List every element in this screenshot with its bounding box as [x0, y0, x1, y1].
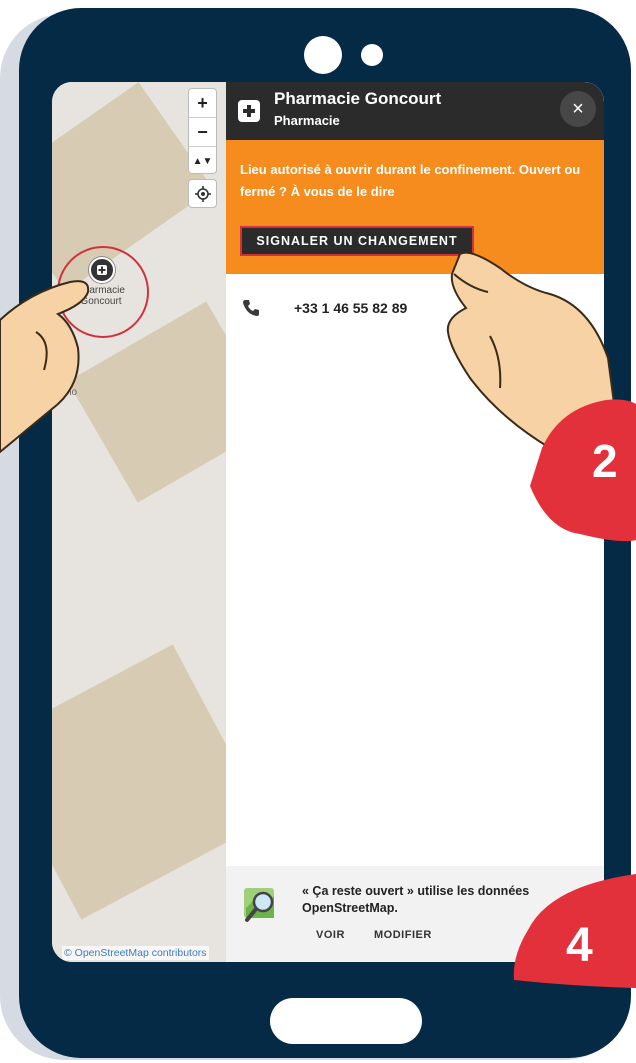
camera-lens — [304, 36, 342, 74]
pharmacy-cross-icon — [97, 265, 107, 275]
close-button[interactable]: × — [560, 91, 596, 127]
map-attribution[interactable]: © OpenStreetMap contributors — [62, 946, 209, 960]
phone-icon — [243, 300, 259, 316]
zoom-control: + − ▲▼ — [188, 88, 217, 174]
step-2-badge: 2 — [592, 435, 618, 487]
locate-icon — [194, 185, 211, 202]
phone-number-link[interactable]: +33 1 46 55 82 89 — [294, 300, 407, 316]
pointing-hand-right — [446, 251, 636, 542]
pointing-hand-left — [0, 280, 90, 454]
map-view[interactable]: + − ▲▼ Pharmacie Goncourt no © OpenStree… — [52, 82, 226, 962]
place-category: Pharmacie — [274, 113, 340, 128]
zoom-out-button[interactable]: − — [189, 118, 216, 147]
zoom-in-button[interactable]: + — [189, 89, 216, 118]
pharmacy-marker[interactable] — [89, 257, 115, 283]
compass-button[interactable]: ▲▼ — [189, 147, 216, 175]
place-title: Pharmacie Goncourt — [274, 89, 442, 108]
panel-header: Pharmacie Goncourt Pharmacie × — [226, 82, 604, 140]
pharmacy-cross-icon — [238, 100, 260, 122]
osm-magnifier-icon — [244, 888, 274, 922]
edit-link[interactable]: MODIFIER — [374, 929, 432, 941]
camera-sensor — [361, 44, 383, 66]
home-button[interactable] — [270, 998, 422, 1044]
step-4-badge: 4 — [566, 919, 593, 972]
view-link[interactable]: VOIR — [316, 929, 345, 941]
banner-message: Lieu autorisé à ouvrir durant le confine… — [240, 162, 581, 199]
close-icon: × — [572, 97, 584, 120]
locate-button[interactable] — [188, 179, 217, 208]
map-building — [52, 644, 226, 920]
